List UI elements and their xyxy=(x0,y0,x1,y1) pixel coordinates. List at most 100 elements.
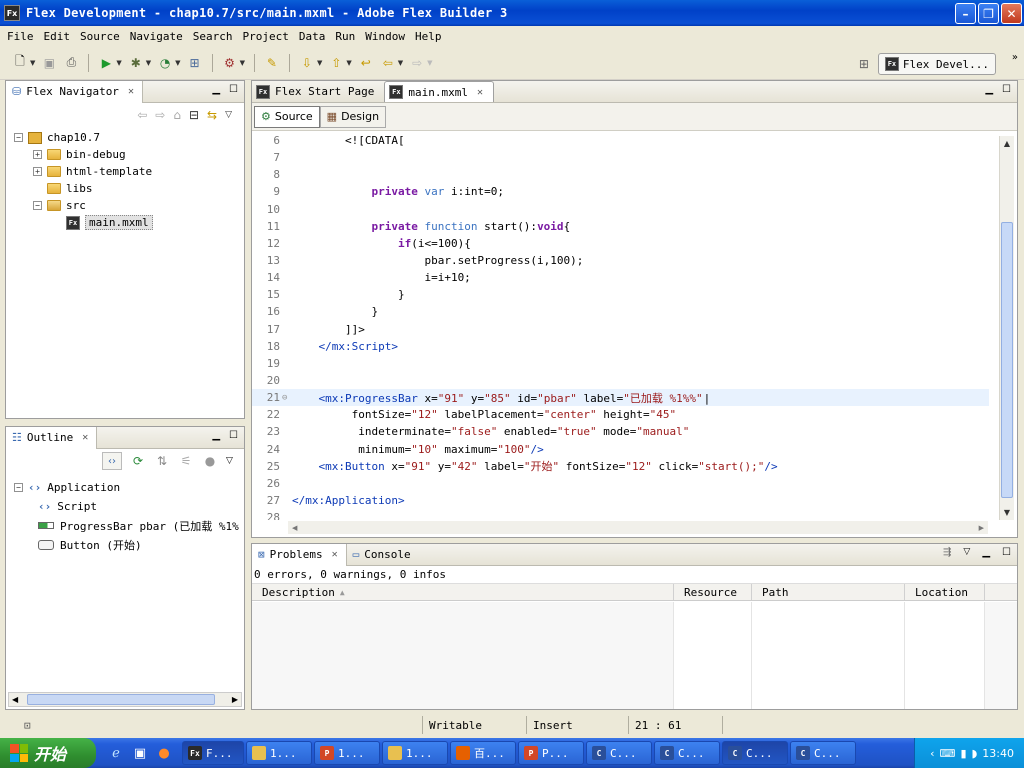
navigator-tree-item[interactable]: Fx main.mxml xyxy=(6,214,244,231)
forward-icon[interactable]: ⇨ xyxy=(409,55,425,71)
tab-outline[interactable]: ☷ Outline ✕ xyxy=(6,426,98,449)
scroll-up-icon[interactable]: ▲ xyxy=(1000,136,1014,151)
network-icon[interactable]: ▮ xyxy=(960,747,966,760)
code-line[interactable]: 22 fontSize="12" labelPlacement="center"… xyxy=(252,406,989,423)
column-path[interactable]: Path xyxy=(752,584,905,600)
navigator-tree-item[interactable]: − src xyxy=(6,197,244,214)
hide-non-public-icon[interactable]: ⚟ xyxy=(178,453,194,469)
outline-tree-item[interactable]: Button (开始) xyxy=(6,535,244,554)
code-line[interactable]: 11 private function start():void{ xyxy=(252,218,989,235)
minimize-button[interactable]: – xyxy=(955,3,976,24)
menu-data[interactable]: Data xyxy=(294,30,331,43)
chevron-down-icon[interactable]: ▼ xyxy=(317,59,322,67)
menu-edit[interactable]: Edit xyxy=(39,30,76,43)
minimize-view-icon[interactable]: ▁ xyxy=(212,84,220,95)
code-line[interactable]: 26 xyxy=(252,475,989,492)
code-line[interactable]: 8 xyxy=(252,166,989,183)
collapse-icon[interactable]: − xyxy=(14,483,23,492)
close-icon[interactable]: ✕ xyxy=(332,549,338,560)
code-line[interactable]: 19 xyxy=(252,355,989,372)
menu-window[interactable]: Window xyxy=(360,30,410,43)
outline-horizontal-scrollbar[interactable]: ◀ ▶ xyxy=(8,692,242,707)
next-annotation-icon[interactable]: ⇩ xyxy=(299,55,315,71)
fold-collapse-icon[interactable]: ⊖ xyxy=(282,393,291,403)
run-icon[interactable]: ▶ xyxy=(98,55,114,71)
code-line[interactable]: 17 ]]> xyxy=(252,321,989,338)
navigator-tree-item[interactable]: + bin-debug xyxy=(6,146,244,163)
hide-fields-icon[interactable]: ● xyxy=(202,453,218,469)
code-line[interactable]: 15 } xyxy=(252,286,989,303)
expand-icon[interactable]: + xyxy=(33,167,42,176)
maximize-view-icon[interactable]: ☐ xyxy=(229,84,238,95)
chevron-down-icon[interactable]: ▼ xyxy=(240,59,245,67)
save-icon[interactable]: ▣ xyxy=(41,55,57,71)
source-mode-button[interactable]: ⚙ Source xyxy=(254,105,320,128)
code-line[interactable]: 12 if(i<=100){ xyxy=(252,235,989,252)
export-release-icon[interactable]: ⊞ xyxy=(187,55,203,71)
close-icon[interactable]: ✕ xyxy=(82,432,88,443)
taskbar-button[interactable]: C C... xyxy=(790,741,856,765)
up-icon[interactable]: ⌂ xyxy=(173,108,181,122)
chevron-down-icon[interactable]: ▼ xyxy=(116,59,121,67)
collapse-icon[interactable]: − xyxy=(14,133,23,142)
minimize-view-icon[interactable]: ▁ xyxy=(982,547,990,558)
code-line[interactable]: 9 private var i:int=0; xyxy=(252,183,989,200)
maximize-view-icon[interactable]: ☐ xyxy=(229,430,238,441)
more-perspectives-icon[interactable]: » xyxy=(1012,52,1018,63)
menu-run[interactable]: Run xyxy=(330,30,360,43)
tab-flex-start-page[interactable]: Fx Flex Start Page xyxy=(252,81,384,102)
new-icon[interactable]: 🗋 xyxy=(12,54,28,71)
code-line[interactable]: 6 <![CDATA[ xyxy=(252,132,989,149)
profile-icon[interactable]: ◔ xyxy=(157,55,173,71)
taskbar-button[interactable]: Fx F... xyxy=(182,741,244,765)
code-line[interactable]: 13 pbar.setProgress(i,100); xyxy=(252,252,989,269)
chevron-down-icon[interactable]: ▼ xyxy=(427,59,432,67)
last-edit-location-icon[interactable]: ↩ xyxy=(358,55,374,71)
scroll-right-icon[interactable]: ▶ xyxy=(232,695,241,704)
taskbar-button[interactable]: 1... xyxy=(382,741,448,765)
tab-problems[interactable]: ⊠ Problems ✕ xyxy=(252,543,347,566)
code-line[interactable]: 21 ⊖ <mx:ProgressBar x="91" y="85" id="pb… xyxy=(252,389,989,407)
taskbar-button[interactable]: 百... xyxy=(450,741,516,765)
menu-navigate[interactable]: Navigate xyxy=(125,30,188,43)
taskbar-button[interactable]: C C... xyxy=(654,741,720,765)
view-menu-icon[interactable]: ▽ xyxy=(963,547,970,558)
media-icon[interactable]: ▣ xyxy=(130,743,150,763)
back-icon[interactable]: ⇦ xyxy=(137,108,147,122)
fast-view-icon[interactable]: ⊡ xyxy=(24,719,172,732)
code-line[interactable]: 25 <mx:Button x="91" y="42" label="开始" f… xyxy=(252,458,989,475)
taskbar-button[interactable]: P P... xyxy=(518,741,584,765)
view-menu-icon[interactable]: ▽ xyxy=(226,456,233,466)
external-tools-icon[interactable]: ⚙ xyxy=(222,55,238,71)
chevron-down-icon[interactable]: ▼ xyxy=(398,59,403,67)
previous-annotation-icon[interactable]: ⇧ xyxy=(328,55,344,71)
editor-horizontal-scrollbar[interactable]: ◀ ▶ xyxy=(288,521,988,534)
scroll-left-icon[interactable]: ◀ xyxy=(9,695,18,704)
menu-search[interactable]: Search xyxy=(188,30,238,43)
scrollbar-thumb[interactable] xyxy=(27,694,215,705)
navigator-tree-item[interactable]: − chap10.7 xyxy=(6,129,244,146)
scroll-left-icon[interactable]: ◀ xyxy=(292,524,297,532)
minimize-view-icon[interactable]: ▁ xyxy=(212,430,220,441)
show-mxml-icon[interactable]: ‹› xyxy=(102,452,122,470)
filter-icon[interactable]: ⇶ xyxy=(943,547,951,558)
chevron-down-icon[interactable]: ▼ xyxy=(30,59,35,67)
column-location[interactable]: Location xyxy=(905,584,985,600)
chevron-down-icon[interactable]: ▼ xyxy=(346,59,351,67)
taskbar-button[interactable]: C C... xyxy=(722,741,788,765)
taskbar-button[interactable]: P 1... xyxy=(314,741,380,765)
code-line[interactable]: 23 indeterminate="false" enabled="true" … xyxy=(252,423,989,440)
column-description[interactable]: Description ▲ xyxy=(252,584,674,600)
navigator-tree-item[interactable]: + html-template xyxy=(6,163,244,180)
code-editor[interactable]: 6 <![CDATA[7 8 9 private var i:int=0; 10 11 … xyxy=(252,132,989,520)
outline-tree-item[interactable]: ‹› Script xyxy=(6,497,244,516)
ie-icon[interactable]: ℯ xyxy=(106,743,126,763)
code-line[interactable]: 16 } xyxy=(252,303,989,320)
collapse-icon[interactable]: − xyxy=(33,201,42,210)
back-icon[interactable]: ⇦ xyxy=(380,55,396,71)
restore-button[interactable]: ❐ xyxy=(978,3,999,24)
close-button[interactable]: ✕ xyxy=(1001,3,1022,24)
sort-icon[interactable]: ⇅ xyxy=(154,453,170,469)
tab-console[interactable]: ▭ Console xyxy=(347,544,419,566)
forward-icon[interactable]: ⇨ xyxy=(155,108,165,122)
